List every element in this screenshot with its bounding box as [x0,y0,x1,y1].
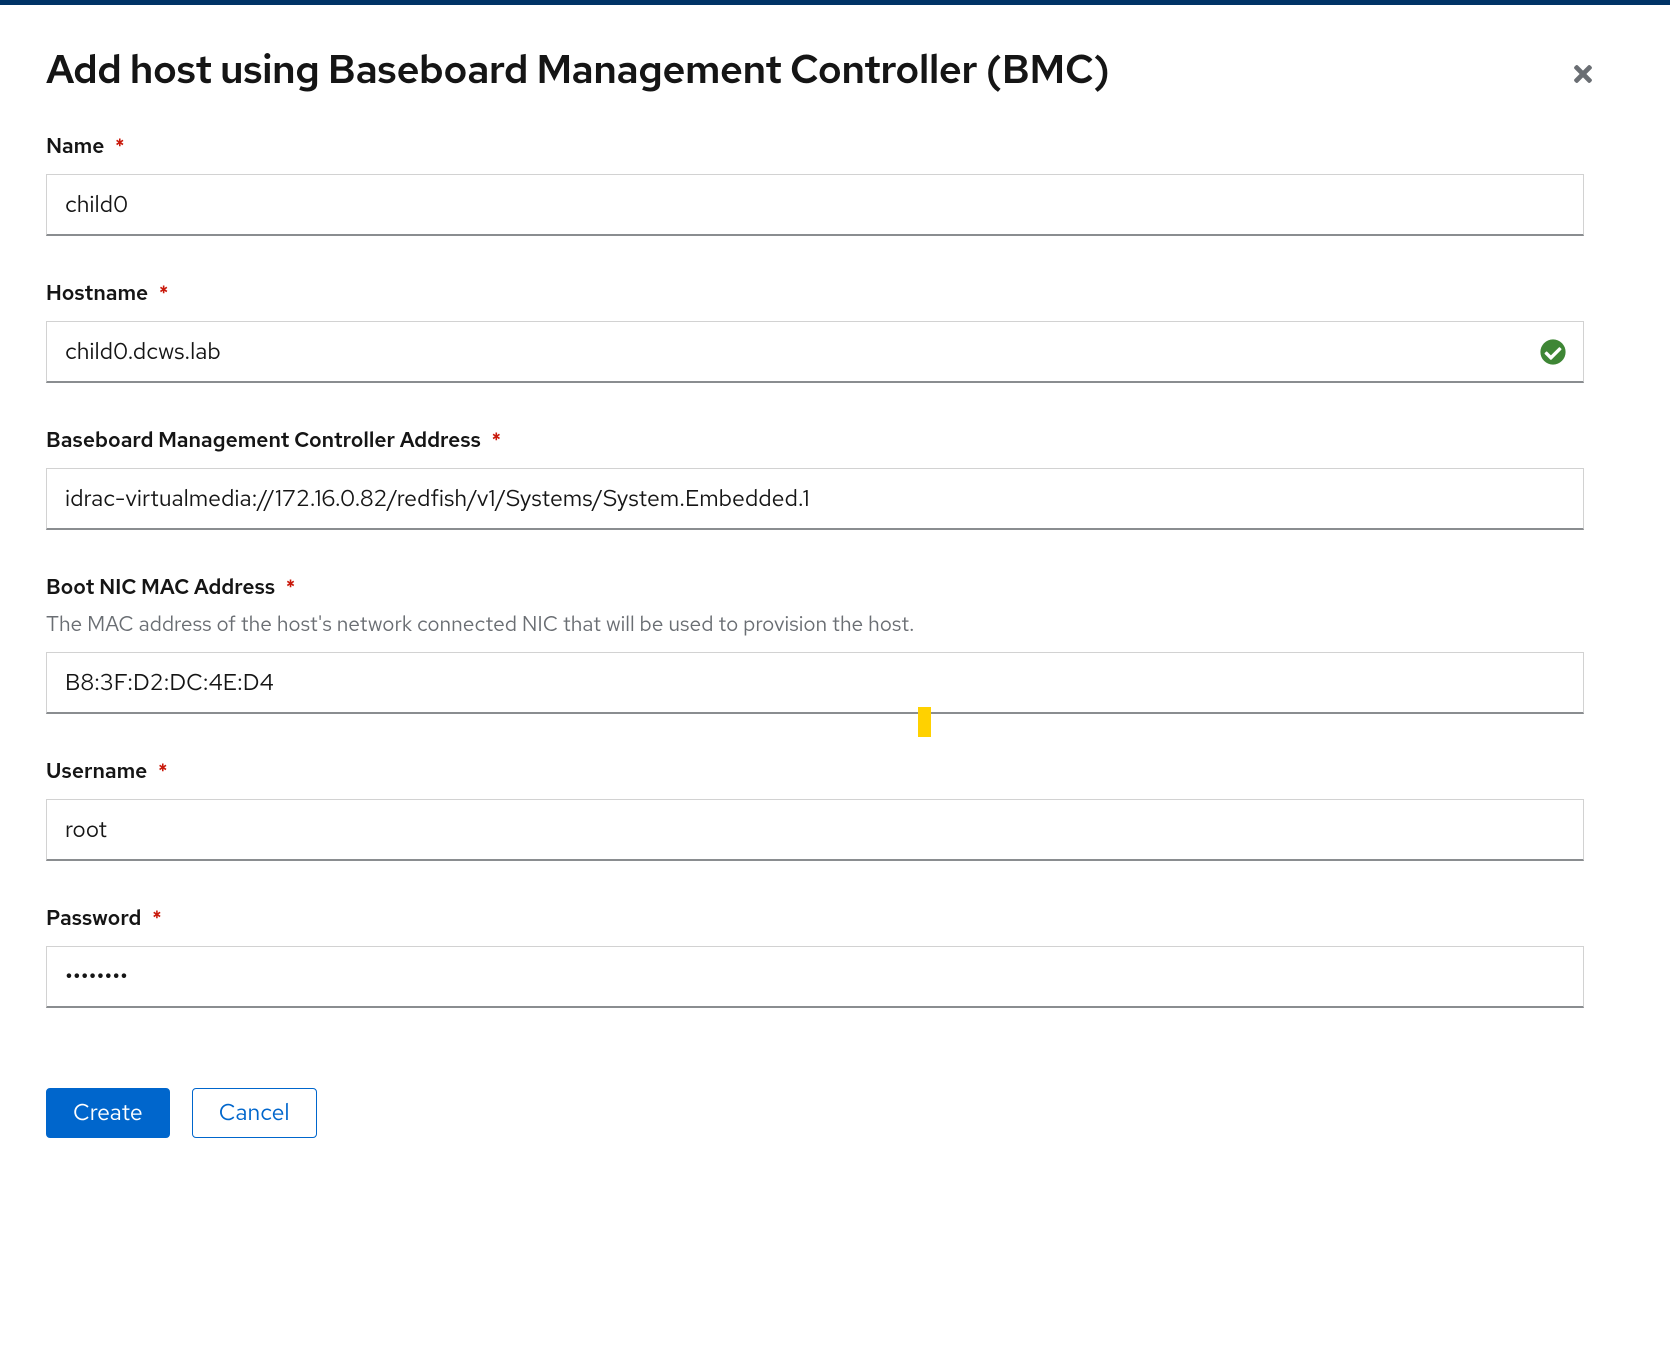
password-label-text: Password [46,905,141,932]
boot-mac-input-wrapper [46,652,1584,714]
name-label-text: Name [46,133,104,160]
cancel-button[interactable]: Cancel [192,1088,317,1138]
hostname-input-wrapper [46,321,1584,383]
required-asterisk: * [152,906,162,932]
username-input[interactable] [46,799,1584,861]
required-asterisk: * [492,428,502,454]
required-asterisk: * [158,759,168,785]
form-group-username: Username * [46,758,1584,861]
close-icon [1570,61,1596,87]
hostname-label-text: Hostname [46,280,148,307]
bmc-address-label: Baseboard Management Controller Address … [46,427,1584,454]
highlight-marker [918,707,931,737]
form-group-hostname: Hostname * [46,280,1584,383]
password-label: Password * [46,905,1584,932]
name-input-wrapper [46,174,1584,236]
username-input-wrapper [46,799,1584,861]
close-button[interactable] [1562,53,1604,98]
modal-body[interactable]: Name * Hostname * [0,115,1670,1345]
check-circle-icon [1540,339,1566,365]
username-label-text: Username [46,758,147,785]
form-group-boot-mac: Boot NIC MAC Address * The MAC address o… [46,574,1584,714]
modal-title: Add host using Baseboard Management Cont… [46,43,1109,96]
boot-mac-help: The MAC address of the host's network co… [46,611,1584,638]
required-asterisk: * [159,281,169,307]
modal-actions: Create Cancel [46,1088,1584,1178]
add-host-bmc-modal: Add host using Baseboard Management Cont… [0,5,1670,1345]
username-label: Username * [46,758,1584,785]
hostname-label: Hostname * [46,280,1584,307]
password-input[interactable] [46,946,1584,1008]
form-group-bmc-address: Baseboard Management Controller Address … [46,427,1584,530]
bmc-address-input-wrapper [46,468,1584,530]
form: Name * Hostname * [46,133,1584,1178]
create-button[interactable]: Create [46,1088,170,1138]
modal-header: Add host using Baseboard Management Cont… [0,5,1670,118]
form-group-name: Name * [46,133,1584,236]
boot-mac-label-text: Boot NIC MAC Address [46,574,275,601]
boot-mac-input[interactable] [46,652,1584,714]
name-input[interactable] [46,174,1584,236]
bmc-address-input[interactable] [46,468,1584,530]
hostname-input[interactable] [46,321,1584,383]
bmc-address-label-text: Baseboard Management Controller Address [46,427,481,454]
password-input-wrapper [46,946,1584,1008]
boot-mac-label: Boot NIC MAC Address * [46,574,1584,601]
required-asterisk: * [286,575,296,601]
name-label: Name * [46,133,1584,160]
form-group-password: Password * [46,905,1584,1008]
required-asterisk: * [115,134,125,160]
